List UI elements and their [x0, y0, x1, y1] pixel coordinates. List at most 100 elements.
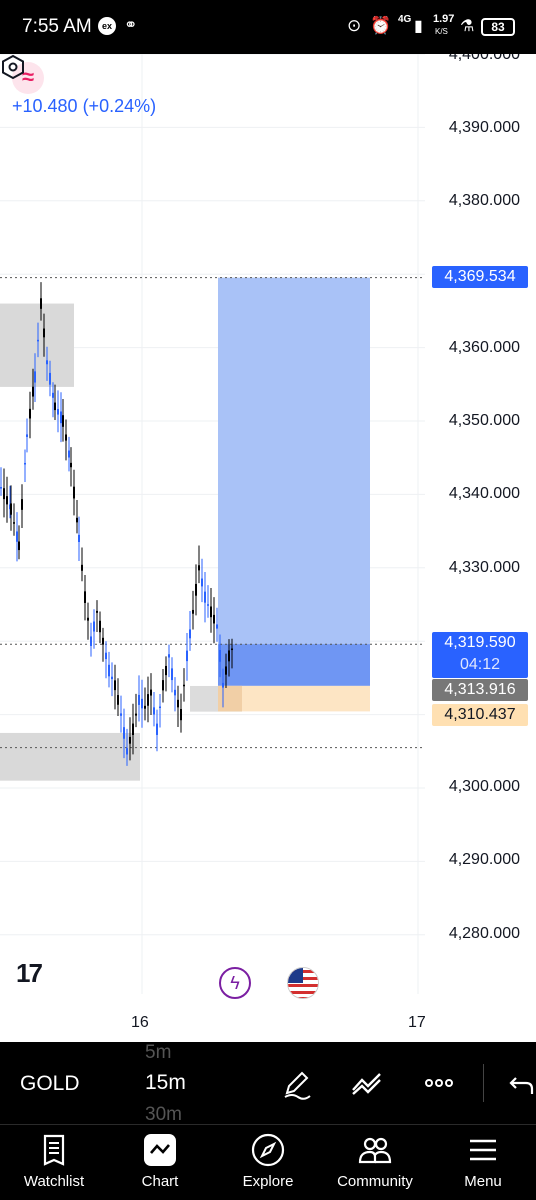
- candle-body: [76, 517, 78, 523]
- stop-price-tag: 4,310.437: [432, 704, 528, 726]
- watchlist-icon: [43, 1134, 65, 1166]
- chart-toolbar: GOLD 5m 15m 30m: [0, 1042, 536, 1126]
- price-tick: 4,390.000: [448, 119, 520, 136]
- candle-body: [183, 684, 185, 687]
- interval-button[interactable]: 15m: [145, 1071, 186, 1095]
- candle-body: [129, 736, 131, 744]
- candle-body: [132, 723, 134, 736]
- price-tick: 4,380.000: [448, 192, 520, 209]
- candle-body: [32, 386, 34, 397]
- entry-marker: [218, 685, 242, 712]
- check-circle-icon: ⊙: [347, 16, 362, 35]
- nav-watchlist[interactable]: Watchlist: [4, 1133, 104, 1190]
- candle-body: [189, 629, 191, 639]
- battery-indicator: 83: [481, 18, 515, 36]
- candle-body: [123, 727, 125, 739]
- demand-zone: [0, 732, 140, 781]
- notification-ex-icon: ex: [98, 17, 116, 35]
- candle-body: [21, 499, 23, 510]
- candle-body: [201, 578, 203, 587]
- candle-body: [102, 637, 104, 645]
- nav-label: Chart: [141, 1173, 179, 1190]
- us-flag-icon[interactable]: [287, 967, 319, 999]
- candle-body: [153, 707, 155, 715]
- more-icon[interactable]: [422, 1066, 456, 1100]
- price-tick: 4,400.000: [448, 54, 520, 63]
- candle-body: [78, 534, 80, 543]
- candle-body: [117, 695, 119, 705]
- tradingview-logo: 17: [16, 958, 43, 988]
- symbol-button[interactable]: GOLD: [20, 1072, 80, 1096]
- candle-body: [60, 411, 62, 424]
- candle-body: [52, 392, 54, 398]
- alarm-icon: ⏰: [370, 16, 392, 35]
- candle-body: [162, 680, 164, 691]
- nav-chart[interactable]: Chart: [110, 1133, 210, 1190]
- chart-settings-icon[interactable]: [0, 54, 26, 80]
- candle-body: [207, 604, 209, 606]
- supply-zone: [0, 303, 74, 387]
- candle-body: [156, 723, 158, 735]
- price-tick: 4,300.000: [448, 778, 520, 795]
- chart-area[interactable]: ≈ +10.480 (+0.24%) 4,400.000 4,390.000 4…: [0, 54, 536, 1042]
- toolbar-divider: [483, 1064, 484, 1102]
- profit-zone: [218, 277, 370, 686]
- price-tick: 4,280.000: [448, 925, 520, 942]
- candle-body: [219, 650, 221, 662]
- status-time: 7:55 AM: [22, 16, 92, 37]
- indicators-icon[interactable]: [350, 1066, 384, 1100]
- network-speed-unit: K/S: [435, 27, 448, 36]
- flask-icon: ⚗: [460, 18, 475, 35]
- interval-option[interactable]: 5m: [145, 1042, 171, 1064]
- candle-body: [165, 665, 167, 676]
- interval-option[interactable]: 30m: [145, 1104, 182, 1126]
- candle-body: [138, 694, 140, 705]
- candle-body: [222, 682, 224, 688]
- network-type: 4G: [398, 14, 412, 25]
- price-change: +10.480 (+0.24%): [12, 96, 157, 116]
- candle-body: [43, 328, 45, 338]
- candle-body: [70, 462, 72, 468]
- candle-body: [54, 402, 56, 411]
- candle-body: [24, 462, 26, 465]
- pen-icon[interactable]: [280, 1066, 314, 1100]
- candle-body: [231, 648, 233, 651]
- last-price: 4,319.590: [444, 634, 516, 651]
- nav-label: Explore: [242, 1173, 294, 1190]
- compass-icon: [251, 1133, 285, 1167]
- nav-menu[interactable]: Menu: [433, 1133, 533, 1190]
- nav-label: Community: [337, 1173, 413, 1190]
- candle-body: [26, 434, 28, 437]
- last-price-tag: 4,319.590 04:12: [432, 632, 528, 678]
- candle-body: [171, 668, 173, 681]
- candle-body: [195, 583, 197, 596]
- candle-body: [177, 699, 179, 708]
- candle-body: [141, 698, 143, 709]
- candle-body: [34, 371, 36, 383]
- candle-body: [87, 617, 89, 621]
- candle-body: [68, 450, 70, 458]
- candle-body: [210, 606, 212, 618]
- network-speed: 1.97: [433, 13, 455, 25]
- candle-body: [147, 694, 149, 706]
- undo-icon[interactable]: [506, 1066, 536, 1100]
- nav-explore[interactable]: Explore: [218, 1133, 318, 1190]
- candle-body: [46, 360, 48, 365]
- candle-body: [65, 434, 67, 441]
- bottom-navigation: Watchlist Chart Explore Community Menu: [0, 1124, 536, 1200]
- bolt-icon[interactable]: ϟ: [219, 967, 251, 999]
- candle-body: [168, 654, 170, 658]
- price-tick: 4,330.000: [448, 559, 520, 576]
- candle-body: [99, 620, 101, 633]
- candle-body: [126, 748, 128, 755]
- nav-community[interactable]: Community: [325, 1133, 425, 1190]
- candle-body: [192, 609, 194, 614]
- candle-body: [108, 664, 110, 677]
- time-label: 17: [408, 1014, 426, 1031]
- candle-body: [225, 666, 227, 675]
- candle-body: [213, 614, 215, 624]
- candle-body: [180, 708, 182, 721]
- candle-body: [40, 298, 42, 309]
- candle-body: [37, 339, 39, 342]
- candle-body: [198, 565, 200, 571]
